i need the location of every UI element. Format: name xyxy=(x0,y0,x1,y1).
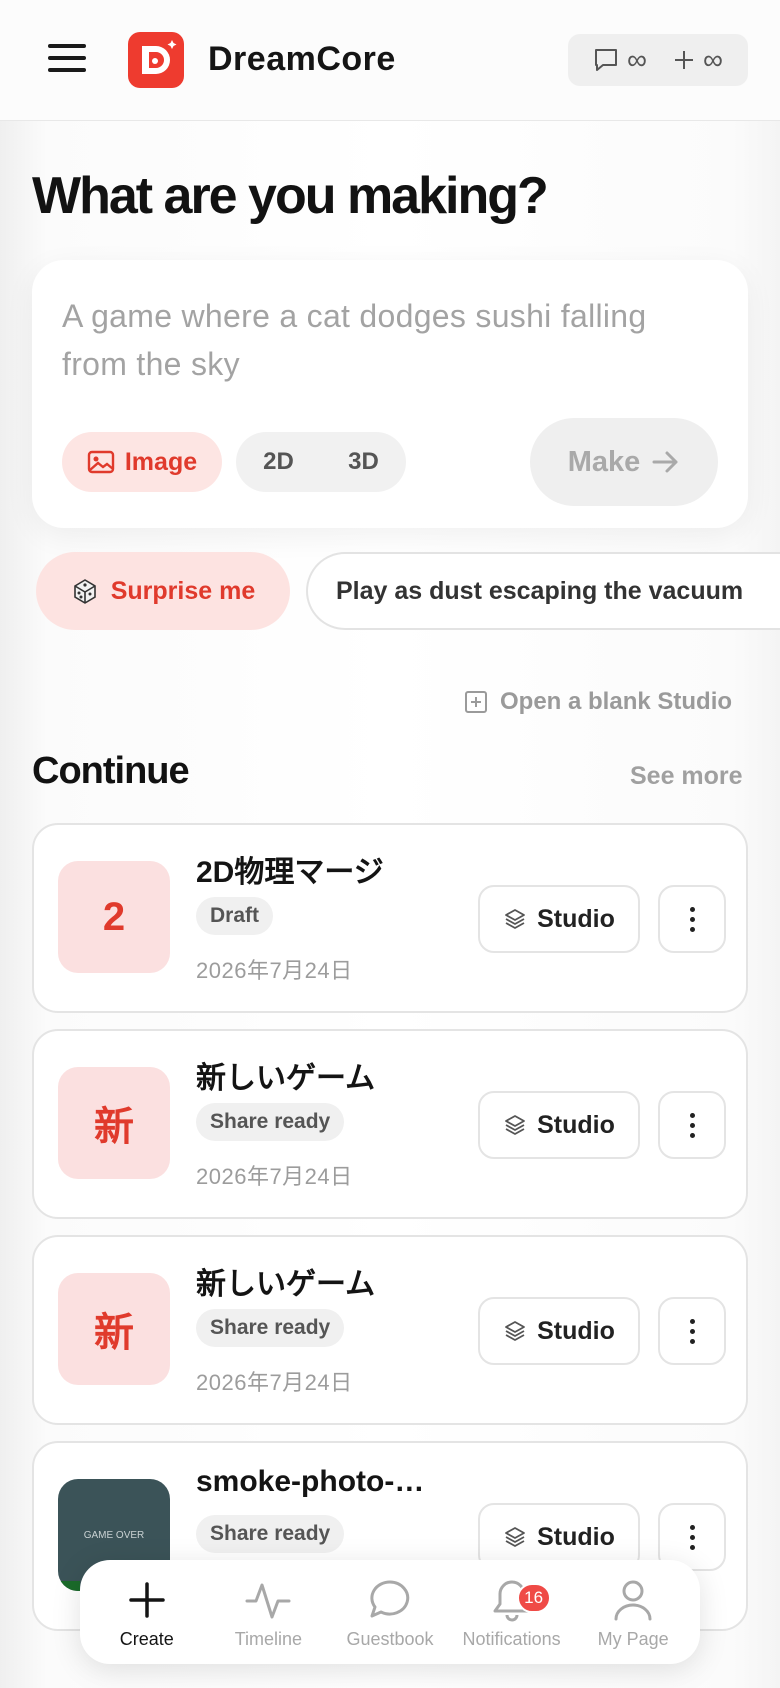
suggestion-chip[interactable]: Play as dust escaping the vacuum xyxy=(306,552,780,630)
project-card[interactable]: 新 新しいゲーム Share ready 2026年7月24日 Studio xyxy=(32,1029,748,1219)
suggestion-chip-label: Play as dust escaping the vacuum xyxy=(336,576,744,605)
studio-button-label: Studio xyxy=(537,1316,615,1345)
nav-my-page-label: My Page xyxy=(597,1628,669,1649)
more-options-icon[interactable] xyxy=(658,885,726,953)
top-bar: DreamCore ∞ ∞ xyxy=(0,0,780,121)
credits-panel[interactable]: ∞ ∞ xyxy=(568,34,748,86)
status-badge: Share ready xyxy=(196,1103,345,1141)
status-badge: Share ready xyxy=(196,1309,345,1347)
chat-bubble-icon xyxy=(595,49,618,71)
layers-icon xyxy=(505,1321,526,1341)
app-logo[interactable] xyxy=(128,32,184,88)
nav-my-page[interactable]: My Page xyxy=(574,1575,692,1650)
project-thumbnail: 2 xyxy=(58,861,170,973)
project-card[interactable]: 新 新しいゲーム Share ready 2026年7月24日 Studio xyxy=(32,1235,748,1425)
project-date: 2026年7月24日 xyxy=(196,1370,353,1395)
image-button-label: Image xyxy=(124,447,198,476)
app-title: DreamCore xyxy=(208,40,396,78)
prompt-card: A game where a cat dodges sushi falling … xyxy=(32,260,748,528)
page: DreamCore ∞ ∞ What are you making? A gam… xyxy=(0,0,780,1688)
thumbnail-grass xyxy=(58,1581,80,1591)
project-name: 新しいゲーム xyxy=(196,1268,376,1301)
continue-heading: Continue xyxy=(32,750,190,792)
surprise-me-button[interactable]: Surprise me xyxy=(36,552,290,630)
prompt-input[interactable]: A game where a cat dodges sushi falling … xyxy=(62,292,712,388)
see-more-link[interactable]: See more xyxy=(630,762,743,791)
nav-notifications[interactable]: 16 Notifications xyxy=(453,1575,571,1650)
plus-icon xyxy=(675,51,694,69)
bottom-nav: Create Timeline Guestbook 16 Notificatio… xyxy=(80,1560,700,1664)
make-button-label: Make xyxy=(567,445,641,478)
open-blank-studio-link[interactable]: Open a blank Studio xyxy=(464,688,732,716)
status-badge: Draft xyxy=(196,897,274,935)
layers-icon xyxy=(505,1527,526,1547)
project-card[interactable]: 2 2D物理マージ Draft 2026年7月24日 Studio xyxy=(32,823,748,1013)
chat-credits: ∞ xyxy=(593,44,647,76)
nav-notifications-label: Notifications xyxy=(462,1628,561,1649)
image-icon xyxy=(87,450,115,474)
nav-timeline[interactable]: Timeline xyxy=(209,1575,327,1650)
option-3d[interactable]: 3D xyxy=(348,448,379,476)
plus-square-icon xyxy=(465,691,487,713)
layers-icon xyxy=(505,1115,526,1135)
chat-bubble-icon xyxy=(368,1575,412,1625)
chat-credits-value: ∞ xyxy=(627,44,647,75)
page-title: What are you making? xyxy=(32,167,549,225)
surprise-me-label: Surprise me xyxy=(110,576,256,605)
user-icon xyxy=(612,1575,654,1625)
project-thumbnail: 新 xyxy=(58,1273,170,1385)
image-button[interactable]: Image xyxy=(62,432,222,492)
studio-button[interactable]: Studio xyxy=(478,1091,640,1159)
arrow-right-icon xyxy=(652,451,678,473)
activity-icon xyxy=(245,1575,291,1625)
make-button[interactable]: Make xyxy=(530,418,718,506)
studio-button[interactable]: Studio xyxy=(478,885,640,953)
nav-guestbook[interactable]: Guestbook xyxy=(331,1575,449,1650)
option-2d[interactable]: 2D xyxy=(263,448,294,476)
studio-button-label: Studio xyxy=(537,1110,615,1139)
studio-button-label: Studio xyxy=(537,904,615,933)
more-options-icon[interactable] xyxy=(658,1297,726,1365)
project-name: 新しいゲーム xyxy=(196,1062,376,1095)
create-credits: ∞ xyxy=(673,44,723,76)
project-date: 2026年7月24日 xyxy=(196,1164,353,1189)
project-thumbnail: 新 xyxy=(58,1067,170,1179)
dimension-toggle: 2D 3D xyxy=(236,432,406,492)
menu-icon[interactable] xyxy=(48,44,86,74)
create-credits-value: ∞ xyxy=(703,44,723,75)
nav-create[interactable]: Create xyxy=(88,1575,206,1650)
notification-badge: 16 xyxy=(516,1582,551,1613)
plus-icon xyxy=(127,1575,167,1625)
nav-create-label: Create xyxy=(119,1628,174,1649)
studio-button[interactable]: Studio xyxy=(478,1297,640,1365)
nav-guestbook-label: Guestbook xyxy=(346,1628,434,1649)
thumbnail-caption: GAME OVER xyxy=(83,1529,145,1541)
status-badge: Share ready xyxy=(196,1515,345,1553)
nav-timeline-label: Timeline xyxy=(234,1628,303,1649)
project-name: smoke-photo-… xyxy=(196,1465,425,1498)
dice-icon xyxy=(73,579,96,604)
project-name: 2D物理マージ xyxy=(196,856,384,889)
studio-button-label: Studio xyxy=(537,1522,615,1551)
open-blank-studio-label: Open a blank Studio xyxy=(500,688,733,715)
project-date: 2026年7月24日 xyxy=(196,958,353,983)
more-options-icon[interactable] xyxy=(658,1091,726,1159)
layers-icon xyxy=(505,909,526,929)
